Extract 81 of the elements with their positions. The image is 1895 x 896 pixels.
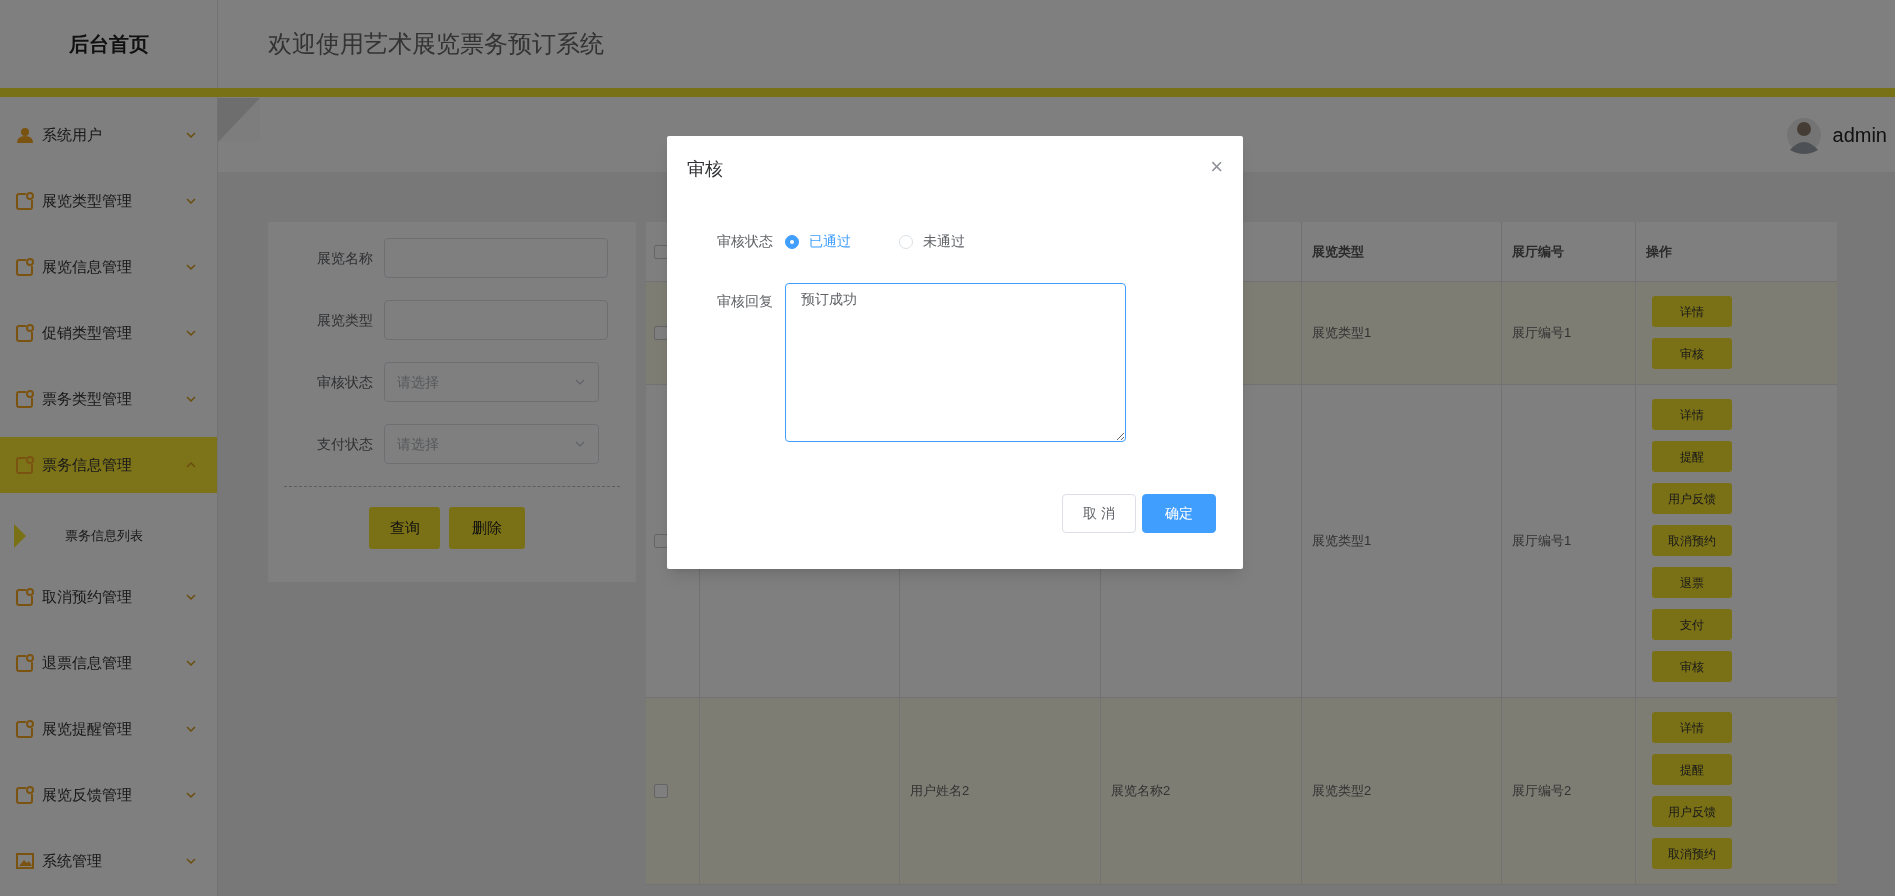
- field-label: 审核状态: [316, 372, 374, 392]
- field-label: 支付状态: [316, 434, 374, 454]
- radio-option[interactable]: 已通过: [785, 231, 851, 252]
- confirm-button[interactable]: 确定: [1142, 494, 1216, 533]
- checkbox[interactable]: [654, 534, 668, 548]
- chevron-down-icon: [185, 261, 197, 273]
- close-button[interactable]: ×: [1210, 156, 1223, 178]
- chevron-down-icon: [185, 723, 197, 735]
- sidebar-item[interactable]: 票务类型管理: [0, 371, 217, 427]
- sidebar-item[interactable]: 展览提醒管理: [0, 701, 217, 757]
- field-label: 展览类型: [316, 310, 374, 330]
- radio-option[interactable]: 未通过: [899, 231, 965, 252]
- chevron-down-icon: [185, 657, 197, 669]
- sidebar-item[interactable]: 促销类型管理: [0, 305, 217, 361]
- sidebar-item[interactable]: 系统管理: [0, 833, 217, 889]
- table-cell-text: 展厅编号1: [1512, 532, 1572, 551]
- triangle-icon: [14, 524, 26, 548]
- action-button[interactable]: 详情: [1652, 296, 1732, 327]
- image-icon: [16, 852, 34, 870]
- note-icon: [16, 390, 34, 408]
- sidebar-item[interactable]: 票务信息管理: [0, 437, 217, 493]
- field-label: 审核状态: [716, 232, 774, 251]
- note-icon: [16, 720, 34, 738]
- column-header: 展厅编号: [1512, 242, 1564, 261]
- table-cell-text: 展览类型1: [1312, 532, 1372, 551]
- cancel-button[interactable]: 取 消: [1062, 494, 1136, 533]
- action-button[interactable]: 用户反馈: [1652, 796, 1732, 827]
- note-icon: [16, 456, 34, 474]
- table-cell-text: 展厅编号2: [1512, 782, 1572, 801]
- chevron-down-icon: [185, 195, 197, 207]
- action-button[interactable]: 退票: [1652, 567, 1732, 598]
- action-button[interactable]: 详情: [1652, 399, 1732, 430]
- avatar: [1786, 116, 1821, 154]
- table-cell-text: 展览类型2: [1312, 782, 1372, 801]
- checkbox[interactable]: [654, 244, 668, 259]
- note-icon: [16, 654, 34, 672]
- action-button[interactable]: 用户反馈: [1652, 483, 1732, 514]
- action-button[interactable]: 支付: [1652, 609, 1732, 640]
- chevron-down-icon: [185, 789, 197, 801]
- action-button[interactable]: 取消预约: [1652, 838, 1732, 869]
- note-icon: [16, 192, 34, 210]
- chevron-down-icon: [185, 327, 197, 339]
- note-icon: [16, 324, 34, 342]
- table-cell-text: 用户姓名2: [910, 782, 970, 801]
- dialog-title: 审核: [687, 158, 723, 181]
- sidebar-item[interactable]: 系统用户: [0, 107, 217, 163]
- column-header: 操作: [1646, 242, 1672, 261]
- chevron-down-icon: [185, 393, 197, 405]
- checkbox[interactable]: [654, 784, 668, 798]
- username: admin: [1832, 123, 1887, 148]
- query-button[interactable]: 查询: [369, 507, 440, 549]
- chevron-down-icon: [185, 855, 197, 867]
- reply-textarea[interactable]: 预订成功: [785, 283, 1126, 442]
- action-button[interactable]: 审核: [1652, 651, 1732, 682]
- action-button[interactable]: 取消预约: [1652, 525, 1732, 556]
- action-button[interactable]: 提醒: [1652, 754, 1732, 785]
- note-icon: [16, 588, 34, 606]
- note-icon: [16, 786, 34, 804]
- sidebar-item[interactable]: 展览类型管理: [0, 173, 217, 229]
- note-icon: [16, 258, 34, 276]
- table-cell-text: 展览类型1: [1312, 324, 1372, 343]
- table-cell-text: 展览名称2: [1111, 782, 1171, 801]
- page-title: 欢迎使用艺术展览票务预订系统: [268, 29, 604, 59]
- action-button[interactable]: 提醒: [1652, 441, 1732, 472]
- field-label: 展览名称: [316, 248, 374, 268]
- chevron-down-icon: [185, 129, 197, 141]
- brand-title: 后台首页: [68, 32, 149, 57]
- sidebar-item[interactable]: 展览信息管理: [0, 239, 217, 295]
- column-header: 展览类型: [1312, 242, 1364, 261]
- user-icon: [16, 126, 34, 144]
- action-button[interactable]: 详情: [1652, 712, 1732, 743]
- table-cell-text: 展厅编号1: [1512, 324, 1572, 343]
- sidebar-subitem[interactable]: 票务信息列表: [0, 503, 217, 569]
- delete-button[interactable]: 删除: [449, 507, 525, 549]
- checkbox[interactable]: [654, 326, 668, 340]
- sidebar-item[interactable]: 退票信息管理: [0, 635, 217, 691]
- action-button[interactable]: 审核: [1652, 338, 1732, 369]
- chevron-down-icon: [185, 591, 197, 603]
- field-label: 审核回复: [716, 292, 774, 311]
- sidebar-item[interactable]: 取消预约管理: [0, 569, 217, 625]
- sidebar-item[interactable]: 展览反馈管理: [0, 767, 217, 823]
